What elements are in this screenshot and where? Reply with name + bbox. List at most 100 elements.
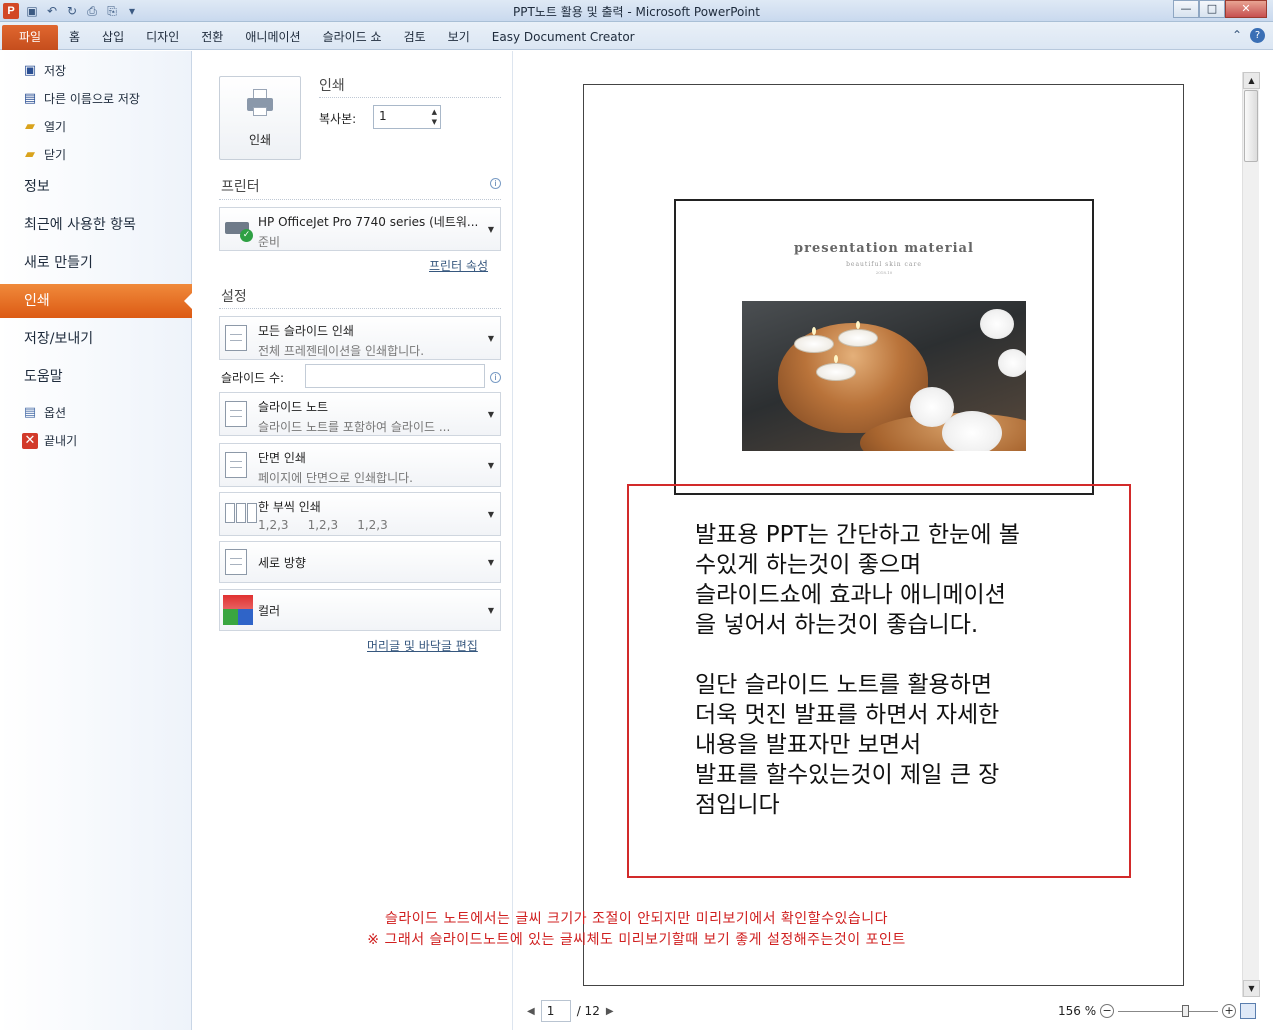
print-sides-title: 단면 인쇄 (258, 451, 306, 465)
tab-slideshow[interactable]: 슬라이드 쇼 (312, 25, 393, 49)
printer-status: 준비 (258, 235, 281, 249)
page-total: / 12 (576, 1004, 600, 1018)
zoom-to-page-icon[interactable] (1240, 1003, 1257, 1019)
chevron-down-icon: ▼ (487, 461, 494, 470)
chevron-down-icon: ▼ (487, 510, 494, 519)
print-range-desc: 전체 프레젠테이션을 인쇄합니다. (258, 344, 425, 358)
backstage-nav: ▣ 저장 ▤ 다른 이름으로 저장 ▰ 열기 ▰ 닫기 정보 최근에 사용한 항… (0, 51, 192, 1030)
print-sides-dropdown[interactable]: 단면 인쇄 페이지에 단면으로 인쇄합니다. ▼ (219, 443, 501, 487)
info-icon[interactable]: i (490, 178, 501, 189)
exit-icon: ✕ (22, 432, 38, 449)
nav-options[interactable]: ▤ 옵션 (22, 404, 66, 421)
zoom-slider[interactable] (1118, 1004, 1219, 1017)
print-layout-dropdown[interactable]: 슬라이드 노트 슬라이드 노트를 포함하여 슬라이드 ... ▼ (219, 392, 501, 436)
help-icon[interactable]: ? (1250, 28, 1265, 43)
collate-desc: 1,2,3 1,2,3 1,2,3 (258, 518, 388, 532)
page-number-input[interactable]: 1 (540, 1000, 571, 1022)
copies-value: 1 (379, 109, 387, 123)
preview-scrollbar[interactable]: ▲ ▼ (1242, 72, 1260, 997)
tab-home[interactable]: 홈 (58, 25, 91, 49)
printer-properties-link[interactable]: 프린터 속성 (429, 257, 488, 274)
ribbon-right-controls: ⌃ ? (1232, 28, 1265, 43)
nav-save-as[interactable]: ▤ 다른 이름으로 저장 (22, 90, 140, 107)
copies-label: 복사본: (319, 112, 357, 126)
printer-dropdown[interactable]: ✓ HP OfficeJet Pro 7740 series (네트워... 준… (219, 207, 501, 251)
chevron-down-icon: ▼ (487, 558, 494, 567)
chevron-down-icon: ▼ (487, 606, 494, 615)
spa-candles-photo (742, 301, 1026, 451)
increment-icon[interactable]: ▲ (432, 108, 437, 116)
zoom-out-icon[interactable]: − (1100, 1004, 1115, 1018)
nav-print[interactable]: 인쇄 (0, 284, 192, 318)
print-range-dropdown[interactable]: 모든 슬라이드 인쇄 전체 프레젠테이션을 인쇄합니다. ▼ (219, 316, 501, 360)
collate-dropdown[interactable]: 한 부씩 인쇄 1,2,3 1,2,3 1,2,3 ▼ (219, 492, 501, 536)
tab-transitions[interactable]: 전환 (190, 25, 234, 49)
scroll-thumb[interactable] (1244, 90, 1258, 162)
print-preview: presentation material beautiful skin car… (514, 51, 1273, 1030)
settings-heading: 설정 (221, 289, 247, 305)
tab-easy-document-creator[interactable]: Easy Document Creator (481, 25, 646, 49)
print-layout-title: 슬라이드 노트 (258, 400, 329, 414)
nav-exit-label: 끝내기 (44, 434, 78, 448)
annotation-line-2: ※ 그래서 슬라이드노트에 있는 글씨체도 미리보기할때 보기 좋게 설정해주는… (367, 932, 906, 948)
tab-file[interactable]: 파일 (2, 25, 58, 50)
open-folder-icon: ▰ (25, 118, 35, 134)
nav-close[interactable]: ▰ 닫기 (22, 146, 66, 163)
slides-input[interactable] (305, 364, 485, 388)
next-page-icon[interactable]: ▶ (606, 1006, 614, 1017)
slide-subtitle: beautiful skin care (846, 261, 922, 268)
notes-paragraph-1: 발표용 PPT는 간단하고 한눈에 볼 수있게 하는것이 좋으며 슬라이드쇼에 … (695, 522, 1020, 638)
print-button-label: 인쇄 (248, 133, 272, 147)
nav-open[interactable]: ▰ 열기 (22, 118, 66, 135)
tab-review[interactable]: 검토 (393, 25, 437, 49)
tab-view[interactable]: 보기 (437, 25, 481, 49)
page-navigator: ◀ 1 / 12 ▶ (527, 1000, 614, 1022)
scroll-down-icon[interactable]: ▼ (1243, 980, 1260, 997)
collapse-ribbon-icon[interactable]: ⌃ (1232, 28, 1242, 43)
nav-new[interactable]: 새로 만들기 (0, 246, 192, 280)
copies-stepper[interactable]: 1 ▲ ▼ (373, 105, 441, 129)
previous-page-icon[interactable]: ◀ (527, 1006, 535, 1017)
notes-page-icon (225, 401, 247, 427)
nav-save-as-label: 다른 이름으로 저장 (44, 92, 140, 106)
nav-save-send[interactable]: 저장/보내기 (0, 322, 192, 356)
color-dropdown[interactable]: 컬러 ▼ (219, 589, 501, 631)
nav-recent[interactable]: 최근에 사용한 항목 (0, 208, 192, 242)
ribbon-tab-row: 파일 홈 삽입 디자인 전환 애니메이션 슬라이드 쇼 검토 보기 Easy D… (0, 22, 1273, 50)
decrement-icon[interactable]: ▼ (432, 118, 437, 126)
info-icon[interactable]: i (490, 372, 501, 383)
zoom-slider-knob[interactable] (1182, 1004, 1190, 1017)
printer-heading: 프린터 (221, 179, 260, 195)
all-slides-icon (225, 325, 247, 351)
tab-animations[interactable]: 애니메이션 (234, 25, 311, 49)
orientation-dropdown[interactable]: 세로 방향 ▼ (219, 541, 501, 583)
tab-insert[interactable]: 삽입 (91, 25, 135, 49)
close-folder-icon: ▰ (25, 146, 35, 162)
scroll-up-icon[interactable]: ▲ (1243, 72, 1260, 89)
portrait-page-icon (225, 549, 247, 575)
header-footer-link[interactable]: 머리글 및 바닥글 편집 (367, 637, 478, 654)
print-heading: 인쇄 (319, 78, 345, 94)
orientation-title: 세로 방향 (258, 556, 306, 570)
print-button[interactable]: 인쇄 (219, 76, 301, 160)
nav-info[interactable]: 정보 (0, 170, 192, 204)
nav-save[interactable]: ▣ 저장 (22, 62, 66, 79)
maximize-button[interactable]: □ (1199, 0, 1225, 18)
zoom-in-icon[interactable]: + (1222, 1004, 1237, 1018)
nav-exit[interactable]: ✕ 끝내기 (22, 432, 77, 449)
nav-save-label: 저장 (44, 64, 67, 78)
window-controls: — □ ✕ (1173, 0, 1267, 18)
divider (219, 308, 501, 309)
print-range-title: 모든 슬라이드 인쇄 (258, 324, 354, 338)
chevron-down-icon: ▼ (487, 225, 494, 234)
close-button[interactable]: ✕ (1225, 0, 1267, 18)
printer-device-icon: ✓ (225, 216, 253, 242)
preview-page: presentation material beautiful skin car… (583, 84, 1184, 986)
printer-name: HP OfficeJet Pro 7740 series (네트워... (258, 215, 479, 229)
chevron-down-icon: ▼ (487, 334, 494, 343)
tab-design[interactable]: 디자인 (135, 25, 190, 49)
nav-open-label: 열기 (44, 120, 67, 134)
nav-help[interactable]: 도움말 (0, 360, 192, 394)
options-icon: ▤ (23, 404, 37, 420)
minimize-button[interactable]: — (1173, 0, 1199, 18)
